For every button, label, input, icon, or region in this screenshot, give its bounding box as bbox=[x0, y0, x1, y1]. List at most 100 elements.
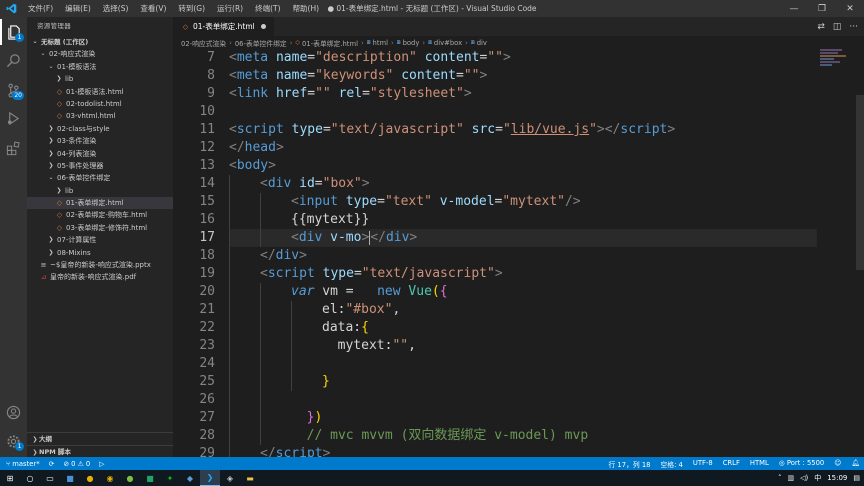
tree-folder[interactable]: ⌄ 06-表单控件绑定 bbox=[27, 172, 173, 184]
tree-file[interactable]: ◇ 01-表单绑定.html bbox=[27, 197, 173, 210]
split-editor-icon[interactable]: ◫ bbox=[833, 22, 842, 32]
tree-file[interactable]: ◇ 03-vhtml.html bbox=[27, 110, 173, 122]
tree-folder[interactable]: ❯ 02-class与style bbox=[27, 123, 173, 135]
tree-folder[interactable]: ⌄ 02-响应式渲染 bbox=[27, 48, 173, 60]
tab-01-form-binding[interactable]: ◇ 01-表单绑定.html bbox=[173, 17, 274, 36]
taskbar-search-icon[interactable]: ○ bbox=[20, 470, 40, 486]
tree-file[interactable]: ◇ 02-表单绑定-购物车.html bbox=[27, 209, 173, 221]
code-line[interactable]: 24 bbox=[173, 355, 864, 373]
tree-file[interactable]: ⊿ 皇帝的新装-响应式渲染.pdf bbox=[27, 271, 173, 283]
menu-item[interactable]: 终端(T) bbox=[249, 0, 286, 17]
breadcrumb-item[interactable]: div bbox=[477, 39, 487, 47]
more-actions-icon[interactable]: ··· bbox=[849, 22, 858, 32]
breadcrumb-item[interactable]: 02-响应式渲染 bbox=[181, 38, 226, 48]
unsaved-dot-icon[interactable] bbox=[260, 24, 266, 29]
notifications-icon[interactable]: 🔔︎ bbox=[851, 459, 860, 469]
code-line[interactable]: 26 bbox=[173, 391, 864, 409]
menu-item[interactable]: 查看(V) bbox=[134, 0, 172, 17]
taskbar-app-icon[interactable]: ◆ bbox=[180, 470, 200, 486]
breadcrumb-item[interactable]: 06-表单控件绑定 bbox=[235, 38, 287, 48]
code-line[interactable]: 18 </div> bbox=[173, 247, 864, 265]
feedback-icon[interactable]: ☺ bbox=[834, 459, 841, 469]
explorer-icon[interactable]: 1 bbox=[0, 19, 27, 45]
tree-file[interactable]: ◇ 03-表单绑定-修饰符.html bbox=[27, 222, 173, 234]
vscode-taskbar-icon[interactable]: ❯ bbox=[200, 470, 220, 486]
code-line[interactable]: 8 <meta name="keywords" content=""> bbox=[173, 67, 864, 85]
editor-scrollbar[interactable] bbox=[856, 95, 864, 270]
breadcrumb-item[interactable]: html bbox=[373, 39, 388, 47]
code-editor[interactable]: 7 <meta name="description" content=""> 8 <m… bbox=[173, 49, 864, 457]
code-line[interactable]: 11 <script type="text/javascript" src="li… bbox=[173, 121, 864, 139]
search-icon[interactable] bbox=[0, 47, 27, 73]
code-line[interactable]: 14 <div id="box"> bbox=[173, 175, 864, 193]
npm-scripts-section[interactable]: ❯NPM 脚本 bbox=[27, 445, 173, 457]
eol-status[interactable]: CRLF bbox=[723, 459, 740, 469]
minimap[interactable] bbox=[820, 49, 850, 79]
code-line[interactable]: 22 data:{ bbox=[173, 319, 864, 337]
run-debug-icon[interactable] bbox=[0, 105, 27, 131]
file-explorer-icon[interactable]: ▬ bbox=[240, 470, 260, 486]
tray-chevron-icon[interactable]: ˄ bbox=[778, 474, 782, 482]
breadcrumb-item[interactable]: 01-表单绑定.html bbox=[302, 38, 358, 48]
settings-gear-icon[interactable]: 1 bbox=[0, 428, 27, 454]
code-line[interactable]: 12 </head> bbox=[173, 139, 864, 157]
sync-icon[interactable]: ⟳ bbox=[49, 460, 55, 468]
indentation-status[interactable]: 空格: 4 bbox=[660, 459, 682, 469]
cursor-position[interactable]: 行 17，列 18 bbox=[608, 459, 650, 469]
code-line[interactable]: 17 <div v-mo></div> bbox=[173, 229, 864, 247]
breadcrumb-item[interactable]: div#box bbox=[434, 39, 462, 47]
extensions-icon[interactable] bbox=[0, 135, 27, 161]
tree-folder[interactable]: ❯ 07-计算属性 bbox=[27, 234, 173, 246]
tree-folder[interactable]: ❯ 04-列表渲染 bbox=[27, 148, 173, 160]
problems-status[interactable]: ⊘ 0 ⚠ 0 bbox=[63, 460, 90, 468]
tree-file[interactable]: ≡ ~$皇帝的新装-响应式渲染.pptx bbox=[27, 259, 173, 271]
run-icon[interactable]: ▷ bbox=[99, 460, 104, 468]
code-line[interactable]: 23 mytext:"", bbox=[173, 337, 864, 355]
account-icon[interactable] bbox=[0, 399, 27, 425]
language-mode[interactable]: HTML bbox=[750, 459, 769, 469]
tree-file[interactable]: ◇ 02-todolist.html bbox=[27, 98, 173, 110]
tree-folder[interactable]: ❯ 03-条件渲染 bbox=[27, 135, 173, 147]
live-server-port[interactable]: ◎ Port : 5500 bbox=[779, 459, 824, 469]
code-line[interactable]: 28 // mvc mvvm (双向数据绑定 v-model) mvp bbox=[173, 427, 864, 445]
taskbar-app-icon[interactable]: ● bbox=[120, 470, 140, 486]
source-control-icon[interactable]: 20 bbox=[0, 77, 27, 103]
menu-item[interactable]: 选择(S) bbox=[97, 0, 135, 17]
chrome-icon[interactable]: ● bbox=[80, 470, 100, 486]
open-changes-icon[interactable]: ⇄ bbox=[817, 22, 825, 32]
taskbar-app-icon[interactable]: ■ bbox=[60, 470, 80, 486]
code-line[interactable]: 9 <link href="" rel="stylesheet"> bbox=[173, 85, 864, 103]
minimize-icon[interactable]: — bbox=[780, 0, 808, 17]
code-line[interactable]: 25} bbox=[173, 373, 864, 391]
tree-folder[interactable]: ❯ 05-事件处理器 bbox=[27, 160, 173, 172]
encoding-status[interactable]: UTF-8 bbox=[693, 459, 713, 469]
clock[interactable]: 15:09 bbox=[827, 474, 847, 482]
code-line[interactable]: 15 <input type="text" v-model="mytext"/> bbox=[173, 193, 864, 211]
menu-item[interactable]: 编辑(E) bbox=[59, 0, 97, 17]
input-language[interactable]: 中 bbox=[814, 473, 821, 483]
windows-start-icon[interactable]: ⊞ bbox=[0, 470, 20, 486]
notification-center-icon[interactable]: ▤ bbox=[853, 474, 860, 482]
outline-section[interactable]: ❯大纲 bbox=[27, 432, 173, 445]
breadcrumb-item[interactable]: body bbox=[403, 39, 420, 47]
menu-item[interactable]: 文件(F) bbox=[22, 0, 59, 17]
close-icon[interactable]: ✕ bbox=[836, 0, 864, 17]
taskbar-app-icon[interactable]: ◈ bbox=[220, 470, 240, 486]
code-line[interactable]: 21 el:"#box", bbox=[173, 301, 864, 319]
code-line[interactable]: 16 {{mytext}} bbox=[173, 211, 864, 229]
code-line[interactable]: 10 bbox=[173, 103, 864, 121]
menu-item[interactable]: 帮助(H) bbox=[287, 0, 326, 17]
tree-file[interactable]: ◇ 01-模板语法.html bbox=[27, 86, 173, 98]
taskbar-app-icon[interactable]: ■ bbox=[140, 470, 160, 486]
code-line[interactable]: 7 <meta name="description" content=""> bbox=[173, 49, 864, 67]
tree-folder[interactable]: ⌄ 无标题 (工作区) bbox=[27, 36, 173, 48]
volume-icon[interactable]: ◁) bbox=[800, 474, 808, 482]
code-line[interactable]: 27 }) bbox=[173, 409, 864, 427]
tree-folder[interactable]: ❯ lib bbox=[27, 185, 173, 197]
menu-item[interactable]: 转到(G) bbox=[172, 0, 211, 17]
task-view-icon[interactable]: ▭ bbox=[40, 470, 60, 486]
taskbar-app-icon[interactable]: ◉ bbox=[100, 470, 120, 486]
tree-folder[interactable]: ❯ 08-Mixins bbox=[27, 247, 173, 259]
code-line[interactable]: 13 <body> bbox=[173, 157, 864, 175]
tree-folder[interactable]: ❯ lib bbox=[27, 73, 173, 85]
